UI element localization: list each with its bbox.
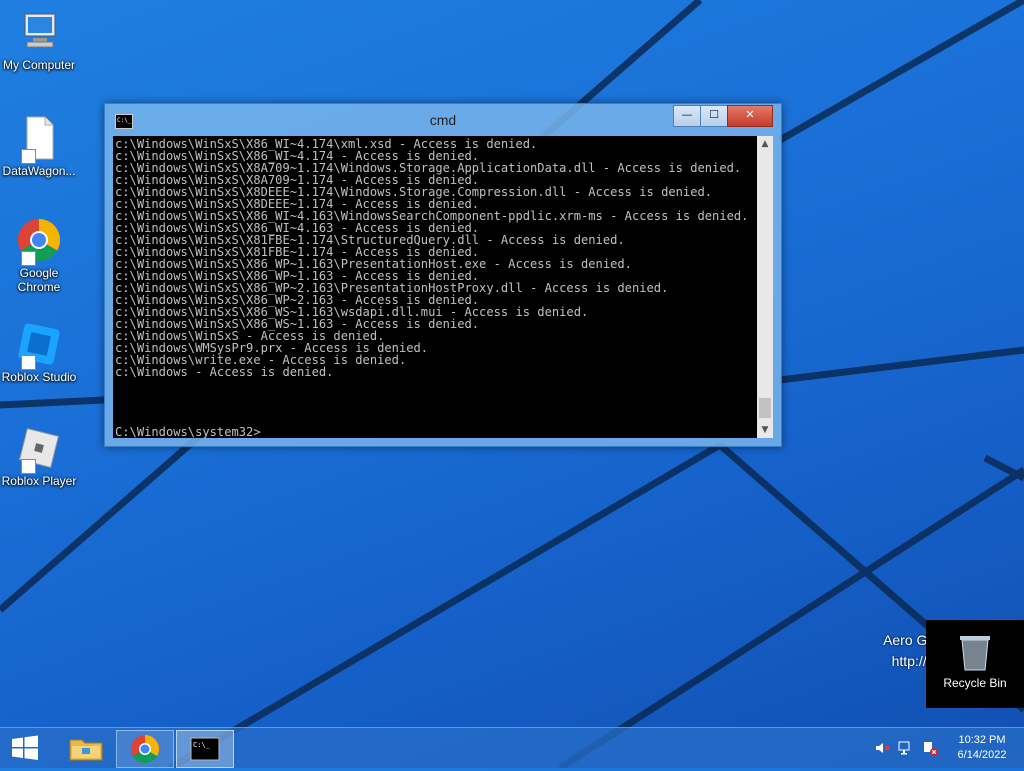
desktop-icon-roblox-studio[interactable]: Roblox Studio [0, 320, 78, 384]
vertical-scrollbar[interactable]: ▲ ▼ [757, 136, 773, 438]
file-explorer-icon [69, 739, 103, 761]
close-button[interactable]: ✕ [727, 105, 773, 127]
system-clock[interactable]: 10:32 PM 6/14/2022 [944, 733, 1020, 763]
scroll-down-arrow-icon[interactable]: ▼ [757, 422, 773, 438]
clock-time: 10:32 PM [958, 734, 1006, 746]
scroll-up-arrow-icon[interactable]: ▲ [757, 136, 773, 152]
title-bar[interactable]: C:\_ cmd — ☐ ✕ [105, 104, 781, 136]
start-icon [12, 735, 38, 760]
clock-date: 6/14/2022 [957, 749, 1007, 761]
svg-text:C:\_: C:\_ [193, 741, 211, 749]
recycle-bin-label: Recycle Bin [943, 676, 1007, 690]
shortcut-arrow-icon [21, 459, 36, 474]
taskbar-cmd[interactable]: C:\_ [176, 730, 234, 768]
volume-muted-icon[interactable] [874, 740, 890, 756]
taskbar: C:\_ 10:32 PM 6/14/2022 [0, 727, 1024, 768]
scroll-thumb[interactable] [759, 398, 771, 418]
start-button[interactable] [0, 730, 50, 766]
taskbar-chrome[interactable] [116, 730, 174, 768]
desktop-icon-label: Roblox Player [1, 474, 77, 488]
file-icon [15, 114, 63, 164]
cmd-icon: C:\_ [190, 737, 220, 761]
chrome-icon [131, 735, 159, 763]
minimize-button[interactable]: — [673, 105, 701, 127]
console-line: c:\Windows - Access is denied. [115, 365, 334, 379]
shortcut-arrow-icon [21, 355, 36, 370]
desktop-icon-label: My Computer [2, 58, 76, 72]
desktop-icon-label: DataWagon... [2, 164, 76, 178]
desktop-icon-label: Roblox Studio [1, 370, 77, 384]
console-output[interactable]: c:\Windows\WinSxS\X86_WI~4.174\xml.xsd -… [113, 136, 757, 438]
command-prompt[interactable]: C:\Windows\system32> [115, 426, 261, 438]
chrome-icon [15, 216, 63, 266]
shortcut-arrow-icon [21, 149, 36, 164]
desktop-icon-label: Google Chrome [17, 266, 61, 294]
desktop-icon-my-computer[interactable]: My Computer [0, 8, 78, 72]
desktop-icon-roblox-player[interactable]: Roblox Player [0, 424, 78, 488]
action-center-icon[interactable] [922, 740, 938, 756]
desktop-icon-datawagon[interactable]: DataWagon... [0, 114, 78, 178]
console-text: c:\Windows\WinSxS\X86_WI~4.174\xml.xsd -… [113, 136, 755, 378]
desktop-icon-recycle-bin[interactable]: Recycle Bin [926, 620, 1024, 708]
shortcut-arrow-icon [21, 251, 36, 266]
roblox-studio-icon [15, 320, 63, 370]
recycle-bin-icon [958, 632, 992, 672]
roblox-player-icon [15, 424, 63, 474]
cmd-window[interactable]: C:\_ cmd — ☐ ✕ c:\Windows\WinSxS\X86_WI~… [104, 103, 782, 447]
maximize-button[interactable]: ☐ [700, 105, 728, 127]
computer-icon [15, 8, 63, 56]
network-icon[interactable] [898, 740, 914, 756]
taskbar-file-explorer[interactable] [58, 730, 114, 766]
desktop-icon-google-chrome[interactable]: Google Chrome [0, 216, 78, 294]
